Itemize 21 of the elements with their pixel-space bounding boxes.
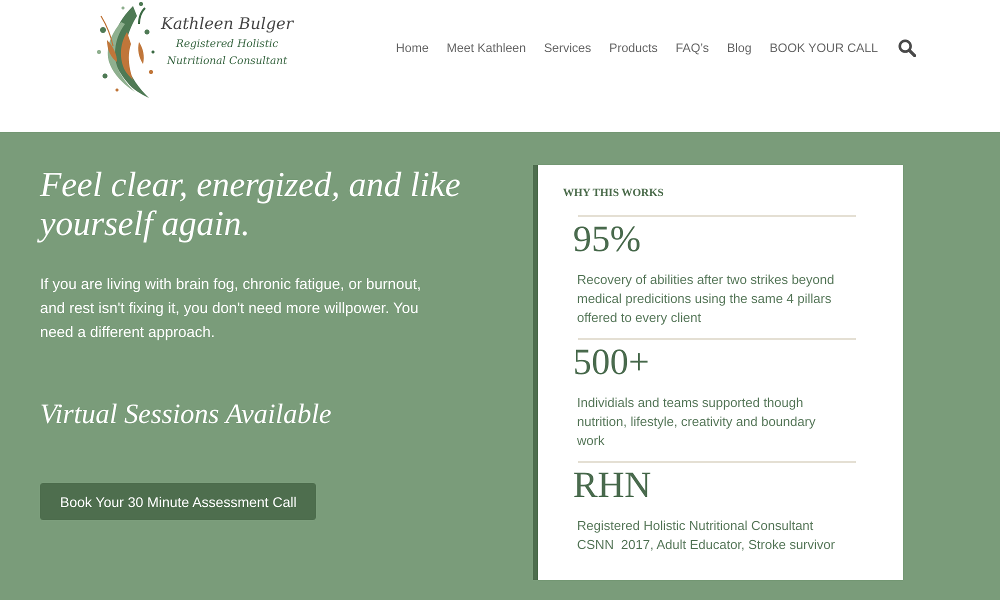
stat-description: Individials and teams supported though nutrition, lifestyle, creativity and boundary work	[576, 394, 816, 450]
search-icon	[898, 39, 916, 57]
nav-link[interactable]: BOOK YOUR CALL	[770, 38, 878, 58]
stat-value: 500+	[573, 341, 650, 385]
logo-tagline: Registered Holistic Nutritional Consultant	[166, 37, 288, 69]
nav-link[interactable]: Products	[609, 38, 658, 58]
stat-description: Recovery of abilities after two strikes beyond medical predicitions using the same 4 pillars offered to every client	[576, 271, 836, 327]
hero-intro: If you are living with brain fog, chronic fatigue, or burnout, and rest isn't fixing it, you don't need more willpower. You need a different approach.	[40, 275, 422, 343]
book-call-button[interactable]: Book Your 30 Minute Assessment Call	[40, 483, 316, 520]
logo-name: Kathleen Bulger	[161, 13, 294, 35]
card-title: WHY THIS WORKS	[563, 186, 665, 200]
stat-description: Registered Holistic Nutritional Consultant CSNN 2017, Adult Educator, Stroke survivor	[576, 517, 836, 554]
nav-link[interactable]: Meet Kathleen	[446, 38, 526, 58]
nav-link[interactable]: Services	[544, 38, 592, 58]
nav-link[interactable]: Blog	[726, 38, 752, 58]
sessions-heading: Virtual Sessions Available	[40, 398, 332, 432]
stat-value: RHN	[573, 464, 652, 508]
nav-link[interactable]: FAQ’s	[676, 38, 709, 58]
search-button[interactable]	[898, 39, 916, 57]
nav-link[interactable]: Home	[396, 38, 429, 58]
stat-value: 95%	[573, 218, 642, 262]
